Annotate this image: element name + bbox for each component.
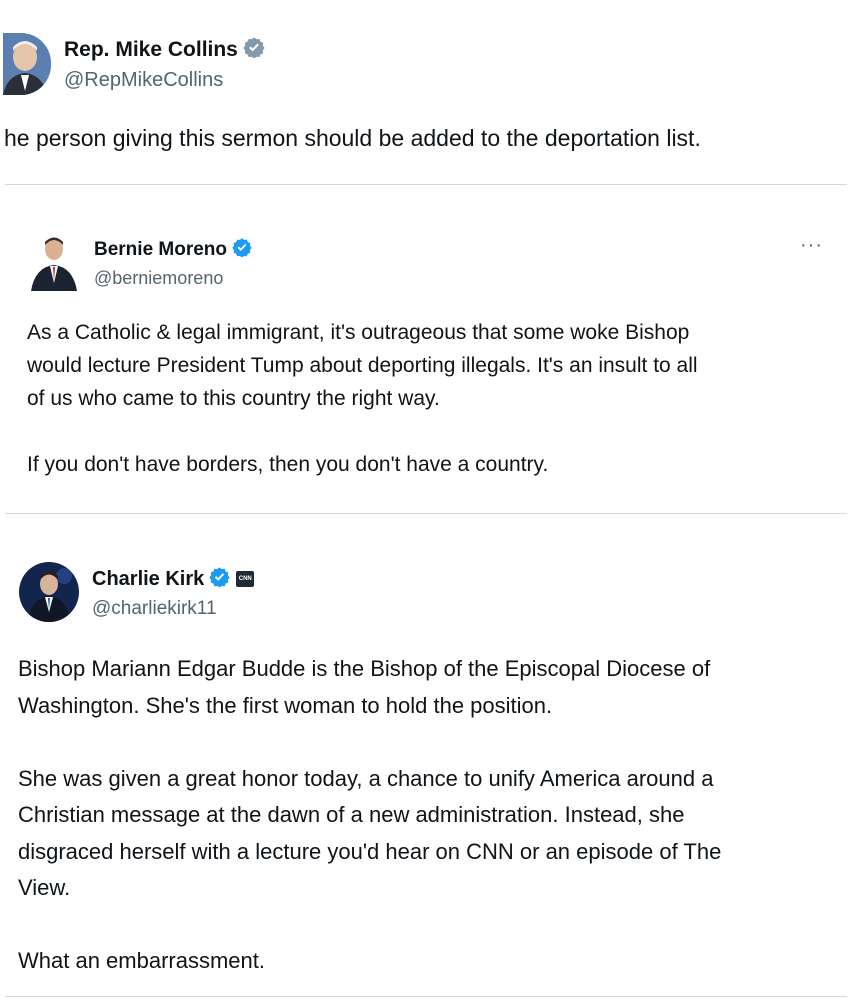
tweet-text-line <box>27 415 698 448</box>
author-name-row: Rep. Mike Collins <box>64 36 265 63</box>
author-name[interactable]: Charlie Kirk <box>92 568 204 591</box>
avatar[interactable] <box>19 562 79 622</box>
tweet-text-line: Washington. She's the first woman to hol… <box>18 692 553 718</box>
tweet-text-line: of us who came to this country the right… <box>27 387 440 410</box>
author-name[interactable]: Bernie Moreno <box>94 239 227 261</box>
tweet-text: As a Catholic & legal immigrant, it's ou… <box>27 316 698 481</box>
tweet-text-line: Bishop Mariann Edgar Budde is the Bishop… <box>18 656 711 681</box>
tweet-text-line: disgraced herself with a lecture you'd h… <box>18 838 722 864</box>
author-name[interactable]: Rep. Mike Collins <box>64 38 238 62</box>
affiliate-badge-label: CNN <box>238 576 252 582</box>
tweet-text: Bishop Mariann Edgar Budde is the Bishop… <box>18 651 721 980</box>
tweet-text-line: She was given a great honor today, a cha… <box>18 765 714 791</box>
avatar[interactable] <box>3 33 51 95</box>
affiliate-badge-icon[interactable]: CNN <box>236 571 255 587</box>
divider <box>5 513 847 514</box>
tweet-text-line: would lecture President Tump about depor… <box>27 354 698 377</box>
verified-badge-icon <box>232 237 252 262</box>
avatar[interactable] <box>29 233 79 291</box>
tweet-text-line <box>18 907 721 944</box>
divider <box>5 184 847 185</box>
author-name-row: Bernie Moreno <box>94 237 252 262</box>
tweet-text-line: If you don't have borders, then you don'… <box>27 453 549 476</box>
tweet-text-line: Christian message at the dawn of a new a… <box>18 802 685 827</box>
author-handle[interactable]: @charliekirk11 <box>92 598 217 620</box>
author-name-row: Charlie Kirk CNN <box>92 566 255 592</box>
tweet-text: he person giving this sermon should be a… <box>4 123 701 153</box>
tweet-text-line <box>18 724 721 761</box>
tweet-text-line: he person giving this sermon should be a… <box>4 125 701 151</box>
tweet-text-line: As a Catholic & legal immigrant, it's ou… <box>27 321 690 344</box>
divider <box>5 996 847 997</box>
tweet-text-line: View. <box>18 875 71 900</box>
tweet-text-line: What an embarrassment. <box>18 948 265 973</box>
verified-badge-icon <box>243 36 265 63</box>
verified-badge-icon <box>209 566 230 592</box>
more-options-icon[interactable]: ··· <box>800 234 823 257</box>
author-handle[interactable]: @RepMikeCollins <box>64 69 223 92</box>
author-handle[interactable]: @berniemoreno <box>94 268 223 289</box>
